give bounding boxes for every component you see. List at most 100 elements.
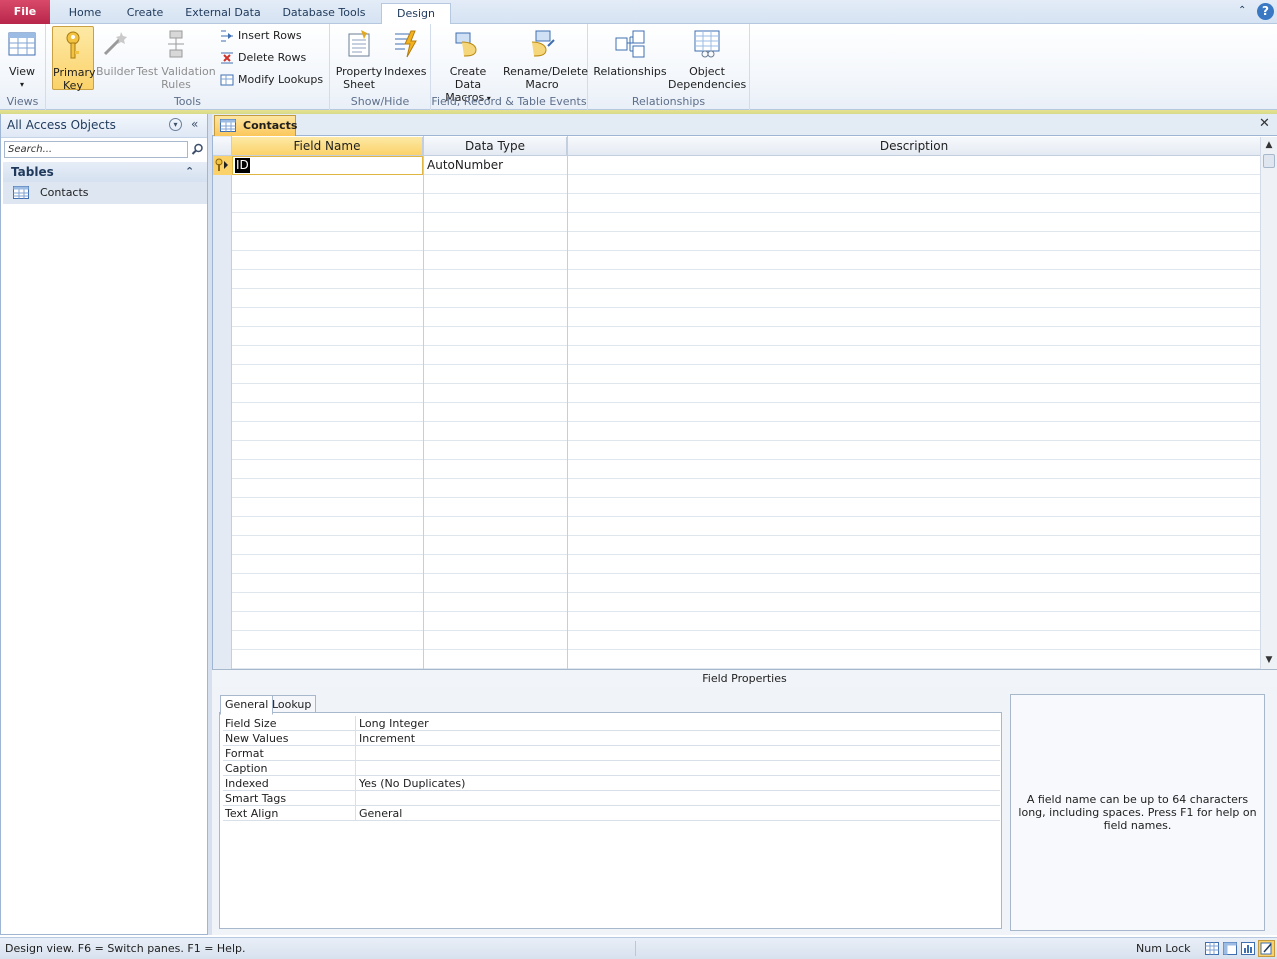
tab-external-data[interactable]: External Data xyxy=(180,3,266,24)
property-sheet-icon xyxy=(348,30,370,57)
view-button[interactable]: View ▾ xyxy=(3,26,41,90)
row-selector[interactable] xyxy=(213,156,232,175)
field-help-text: A field name can be up to 64 characters … xyxy=(1010,694,1265,931)
property-value[interactable]: Long Integer xyxy=(359,716,429,731)
primary-key-button[interactable]: Primary Key xyxy=(52,26,96,92)
data-type-cell[interactable]: AutoNumber xyxy=(427,157,503,174)
property-name: Format xyxy=(223,746,356,761)
delete-rows-icon xyxy=(221,52,233,64)
vertical-scrollbar[interactable]: ▲ ▼ xyxy=(1260,137,1277,669)
column-divider xyxy=(423,136,424,669)
num-lock-indicator: Num Lock xyxy=(1136,942,1191,955)
property-name: Indexed xyxy=(223,776,356,791)
property-value[interactable]: Increment xyxy=(359,731,415,746)
ribbon-tab-bar: File Home Create External Data Database … xyxy=(0,0,1277,25)
validation-icon xyxy=(168,30,184,58)
property-row[interactable]: Field Size Long Integer xyxy=(223,716,1000,731)
property-row[interactable]: Smart Tags xyxy=(223,791,1000,806)
tab-database-tools[interactable]: Database Tools xyxy=(275,3,373,24)
property-row[interactable]: Format xyxy=(223,746,1000,761)
lookup-icon xyxy=(220,74,234,86)
tab-design[interactable]: Design xyxy=(381,3,451,25)
field-properties-grid: Field Size Long Integer New Values Incremen… xyxy=(219,712,1002,929)
object-dependencies-button[interactable]: Object Dependencies xyxy=(668,26,746,91)
group-show-hide: Property Sheet Indexes Show/Hide xyxy=(330,24,431,110)
object-dependencies-icon xyxy=(694,30,720,58)
lightning-icon xyxy=(395,30,417,58)
property-value[interactable]: Yes (No Duplicates) xyxy=(359,776,465,791)
key-icon xyxy=(66,31,80,59)
primary-key-icon xyxy=(215,158,228,171)
property-value[interactable]: General xyxy=(359,806,402,821)
property-name: Caption xyxy=(223,761,356,776)
document-tab-strip: Contacts ✕ xyxy=(212,114,1277,136)
column-header-description[interactable]: Description xyxy=(568,137,1261,156)
nav-item-contacts[interactable]: Contacts xyxy=(3,182,207,204)
tab-create[interactable]: Create xyxy=(119,3,171,24)
nav-pane-header[interactable]: All Access Objects ▾ « xyxy=(1,114,207,138)
relationships-icon xyxy=(615,30,645,58)
property-name: Smart Tags xyxy=(223,791,356,806)
close-document-icon[interactable]: ✕ xyxy=(1259,116,1270,131)
minimize-ribbon-icon[interactable]: ⌃ xyxy=(1238,5,1250,17)
nav-menu-dropdown-icon[interactable]: ▾ xyxy=(169,118,182,131)
shutter-bar-close-icon[interactable]: « xyxy=(191,117,198,131)
help-icon[interactable]: ? xyxy=(1257,3,1274,20)
scroll-thumb[interactable] xyxy=(1263,154,1275,168)
modify-lookups-button[interactable]: Modify Lookups xyxy=(220,71,323,89)
pivot-chart-view-icon[interactable] xyxy=(1241,942,1255,955)
scroll-up-icon[interactable]: ▲ xyxy=(1262,138,1276,152)
property-name: Field Size xyxy=(223,716,356,731)
field-name-cell[interactable]: ID xyxy=(232,156,423,175)
description-cell[interactable] xyxy=(568,156,1261,175)
column-header-field-name[interactable]: Field Name xyxy=(232,137,423,156)
table-icon xyxy=(13,186,29,199)
document-tab-contacts[interactable]: Contacts xyxy=(214,115,297,136)
pivot-table-view-icon[interactable] xyxy=(1223,942,1237,955)
field-name-value: ID xyxy=(235,158,250,173)
insert-rows-icon xyxy=(221,30,233,42)
column-divider xyxy=(567,136,568,669)
nav-pane-title: All Access Objects xyxy=(7,118,116,132)
property-row[interactable]: Caption xyxy=(223,761,1000,776)
column-header-data-type[interactable]: Data Type xyxy=(424,137,567,156)
scroll-down-icon[interactable]: ▼ xyxy=(1262,653,1276,667)
macro-icon xyxy=(455,32,477,57)
field-properties-title: Field Properties xyxy=(212,669,1277,687)
property-sheet-button[interactable]: Property Sheet xyxy=(334,26,384,91)
navigation-pane: All Access Objects ▾ « Search... Tables … xyxy=(0,114,208,935)
indexes-button[interactable]: Indexes xyxy=(384,26,426,90)
nav-group-tables[interactable]: Tables ⌃ xyxy=(3,162,207,182)
datasheet-view-icon[interactable] xyxy=(1205,942,1219,955)
test-validation-rules-button[interactable]: Test Validation Rules xyxy=(135,26,217,91)
property-name: Text Align xyxy=(223,806,356,821)
select-all-corner[interactable] xyxy=(213,137,232,156)
property-row[interactable]: Indexed Yes (No Duplicates) xyxy=(223,776,1000,791)
search-icon[interactable] xyxy=(191,143,204,156)
delete-rows-button[interactable]: Delete Rows xyxy=(220,49,306,67)
property-row[interactable]: Text Align General xyxy=(223,806,1000,821)
tab-file[interactable]: File xyxy=(0,0,50,24)
create-data-macros-button[interactable]: Create Data Macros ▾ xyxy=(435,26,501,104)
insert-rows-button[interactable]: Insert Rows xyxy=(220,27,302,45)
status-text: Design view. F6 = Switch panes. F1 = Hel… xyxy=(5,942,246,955)
tab-general[interactable]: General xyxy=(220,695,274,715)
group-tools: Primary Key Builder Test Validation Rule… xyxy=(46,24,330,110)
search-input[interactable]: Search... xyxy=(4,141,188,158)
datasheet-view-icon xyxy=(8,32,36,56)
rename-delete-macro-button[interactable]: Rename/Delete Macro xyxy=(503,26,588,91)
builder-button[interactable]: Builder xyxy=(96,26,135,90)
table-design-grid: Field Name Data Type Description ID Auto… xyxy=(212,136,1277,669)
ribbon: View ▾ Views Primary Key Builder Test Va… xyxy=(0,24,1277,110)
status-divider xyxy=(635,941,636,956)
relationships-button[interactable]: Relationships xyxy=(592,26,668,90)
property-row[interactable]: New Values Increment xyxy=(223,731,1000,746)
design-view-icon[interactable] xyxy=(1258,940,1275,957)
status-bar: Design view. F6 = Switch panes. F1 = Hel… xyxy=(0,937,1277,959)
property-name: New Values xyxy=(223,731,356,746)
group-relationships: Relationships Object Dependencies Relati… xyxy=(588,24,750,110)
tab-home[interactable]: Home xyxy=(60,3,110,24)
chevron-down-icon: ▾ xyxy=(19,80,24,89)
collapse-group-icon[interactable]: ⌃ xyxy=(185,162,194,182)
rename-macro-icon xyxy=(531,30,555,57)
